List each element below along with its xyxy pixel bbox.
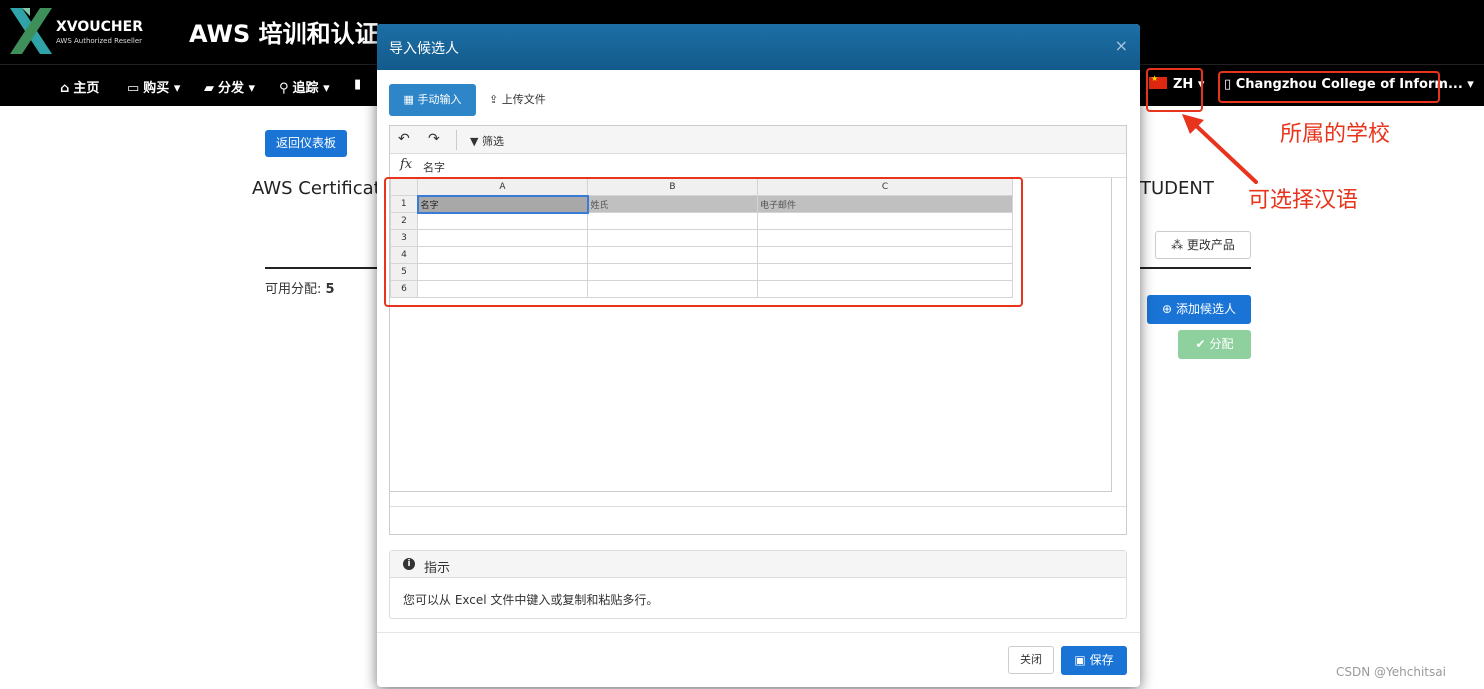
nav-home[interactable]: ⌂ 主页 — [60, 77, 99, 96]
sheet-footer — [390, 506, 1126, 507]
logo-subtitle: AWS Authorized Reseller — [56, 37, 143, 45]
language-highlight-box — [1146, 68, 1203, 112]
add-candidate-button[interactable]: ⊕ 添加候选人 — [1147, 295, 1251, 324]
available-allocations: 可用分配: 5 — [265, 282, 335, 297]
caret-down-icon: ▾ — [318, 81, 330, 96]
filter-button[interactable]: ▼ 筛选 — [470, 133, 504, 149]
formula-input[interactable]: 名字 — [423, 159, 445, 175]
nav-distribute[interactable]: ▰ 分发 ▾ — [204, 77, 255, 96]
formula-bar: fx 名字 — [390, 154, 1126, 178]
change-product-button[interactable]: ⁂ 更改产品 — [1155, 231, 1251, 259]
instructions-header: i 指示 — [390, 551, 1126, 578]
caret-down-icon: ▾ — [1462, 77, 1474, 92]
xvoucher-logo[interactable]: XVOUCHER AWS Authorized Reseller — [8, 2, 158, 60]
site-title: AWS 培训和认证 — [189, 20, 379, 48]
logo-name: XVOUCHER — [56, 19, 143, 35]
grid-highlight-box — [384, 177, 1023, 307]
info-icon: i — [403, 558, 415, 570]
save-button[interactable]: ▣ 保存 — [1061, 646, 1127, 675]
spreadsheet-toolbar: ↶ ↷ ▼ 筛选 — [390, 126, 1126, 154]
toolbar-separator — [456, 130, 457, 150]
card-icon: ▭ — [127, 81, 140, 96]
instructions-text: 您可以从 Excel 文件中键入或复制和粘贴多行。 — [403, 593, 659, 607]
page-heading: AWS Certificat — [252, 178, 381, 199]
modal-footer-divider — [377, 632, 1140, 633]
redo-icon[interactable]: ↷ — [428, 131, 440, 147]
floppy-icon: ▣ — [1074, 653, 1086, 667]
instructions-title: 指示 — [424, 561, 451, 576]
plus-circle-icon: ⊕ — [1162, 302, 1173, 316]
close-icon[interactable]: × — [1115, 36, 1128, 55]
caret-down-icon: ▾ — [244, 81, 256, 96]
chart-icon: ▮ — [354, 77, 362, 92]
cubes-icon: ⁂ — [1171, 238, 1184, 252]
school-annotation-label: 所属的学校 — [1280, 122, 1391, 147]
filter-icon: ▼ — [470, 135, 479, 148]
import-candidates-modal: 导入候选人 × ▦ 手动输入 ⇪ 上传文件 ↶ ↷ ▼ 筛选 fx 名字 A B… — [377, 24, 1140, 687]
arrow-icon — [1182, 114, 1258, 184]
modal-title: 导入候选人 — [389, 41, 459, 57]
nav-reports-icon[interactable]: ▮ — [354, 77, 361, 92]
undo-icon[interactable]: ↶ — [398, 131, 410, 147]
back-to-dashboard-button[interactable]: 返回仪表板 — [265, 130, 347, 157]
fx-icon: fx — [400, 157, 413, 172]
tab-manual-entry[interactable]: ▦ 手动输入 — [389, 84, 476, 116]
table-icon: ▦ — [403, 93, 414, 106]
assign-button[interactable]: ✔ 分配 — [1178, 330, 1251, 359]
truck-icon: ▰ — [204, 81, 214, 96]
caret-down-icon: ▾ — [169, 81, 181, 96]
search-icon: ⚲ — [279, 81, 289, 96]
check-icon: ✔ — [1195, 337, 1206, 351]
language-annotation-label: 可选择汉语 — [1248, 188, 1359, 213]
available-count: 5 — [325, 282, 335, 297]
close-button[interactable]: 关闭 — [1008, 646, 1054, 674]
school-highlight-box — [1218, 71, 1440, 103]
watermark: CSDN @Yehchitsai — [1336, 665, 1446, 679]
modal-header: 导入候选人 × — [377, 24, 1140, 70]
upload-icon: ⇪ — [489, 93, 499, 106]
tab-upload-file[interactable]: ⇪ 上传文件 — [489, 84, 546, 116]
nav-buy[interactable]: ▭ 购买 ▾ — [127, 77, 180, 96]
instructions-panel: i 指示 您可以从 Excel 文件中键入或复制和粘贴多行。 — [389, 550, 1127, 619]
nav-track[interactable]: ⚲ 追踪 ▾ — [279, 77, 330, 96]
home-icon: ⌂ — [60, 81, 70, 96]
